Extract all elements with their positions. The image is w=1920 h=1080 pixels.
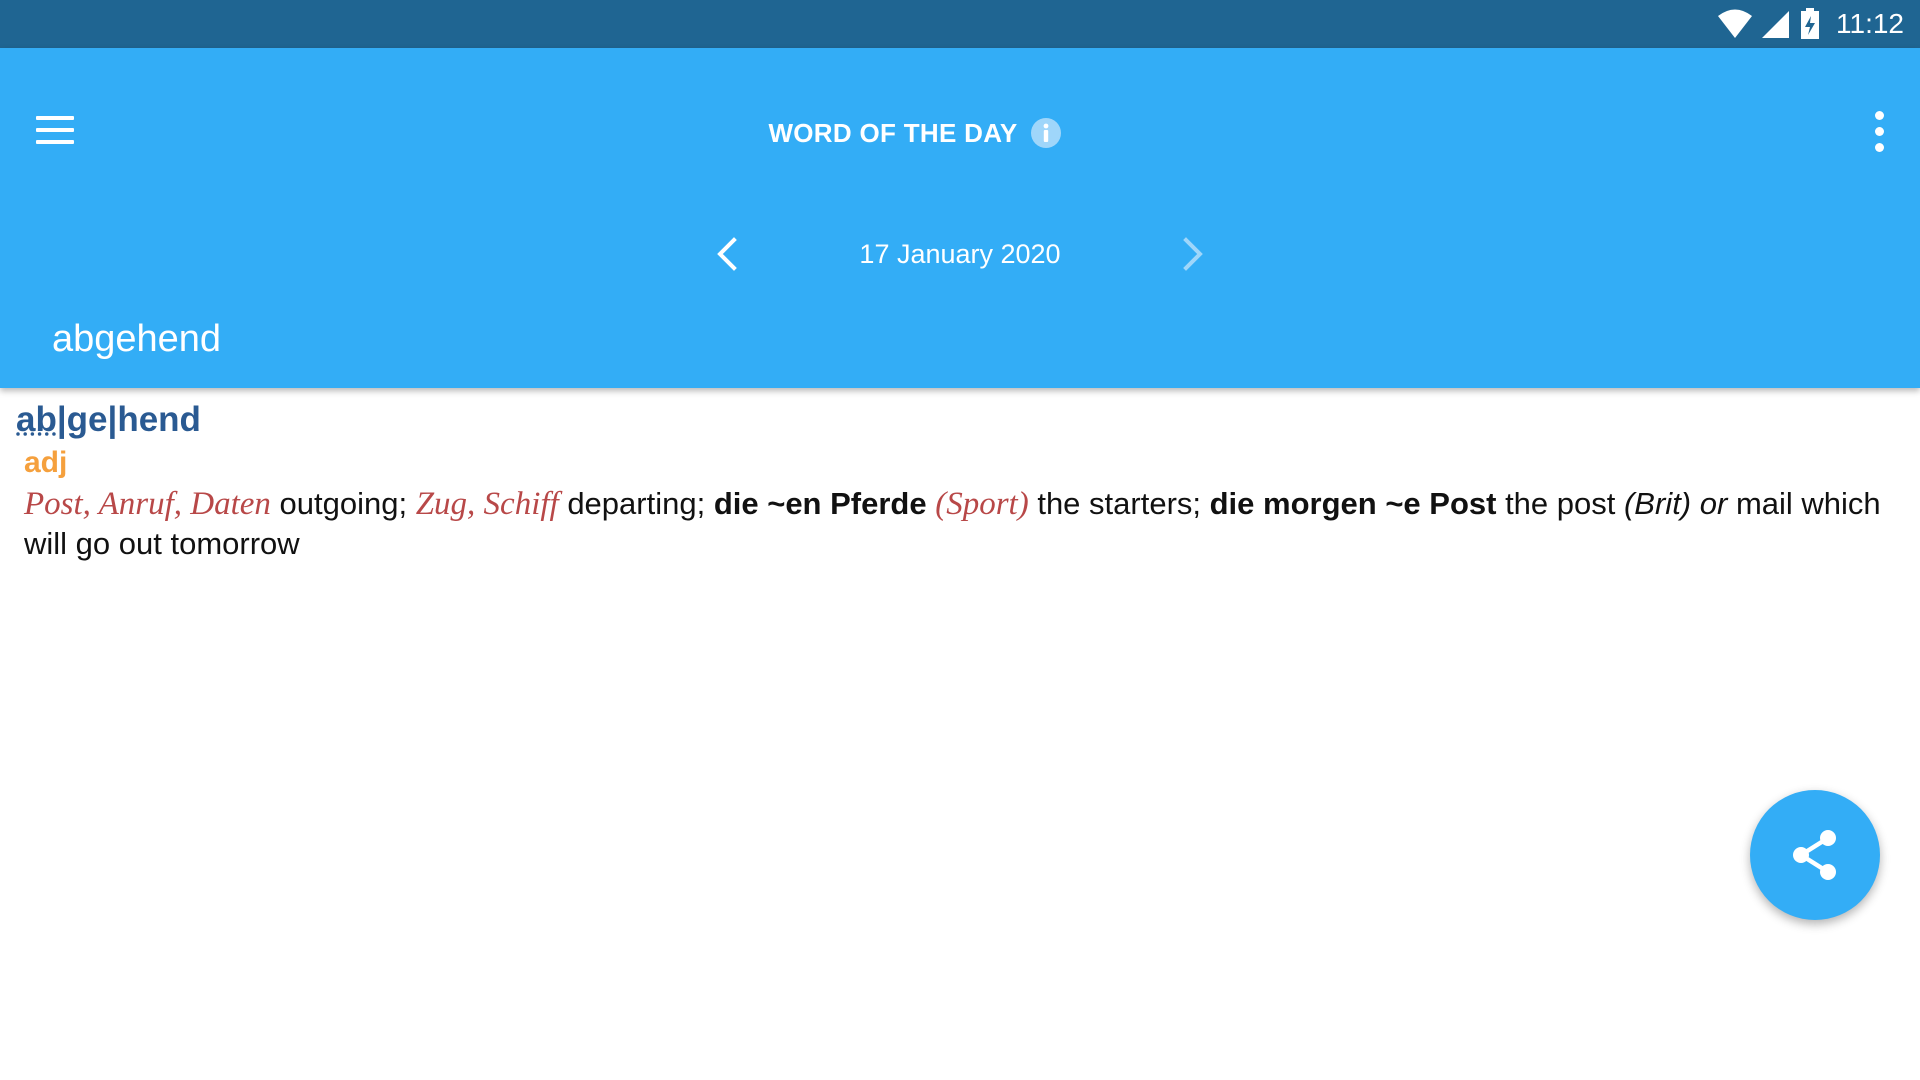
date-navigator: 17 January 2020 xyxy=(0,226,1920,282)
share-button[interactable] xyxy=(1750,790,1880,920)
field-label: (Sport) xyxy=(935,486,1029,522)
status-icons: 11:12 xyxy=(1718,0,1904,48)
phrase: die morgen ~e Post xyxy=(1209,486,1497,521)
app-title-group: WORD OF THE DAY xyxy=(0,108,1920,158)
phrase: die ~en Pferde xyxy=(713,486,927,521)
app-bar: WORD OF THE DAY 17 January 2020 abgehend xyxy=(0,48,1920,388)
word-of-day-headword: abgehend xyxy=(52,318,222,360)
status-bar: 11:12 xyxy=(0,0,1920,48)
info-icon[interactable] xyxy=(1030,117,1062,149)
entry-headword: ab|ge|hend xyxy=(16,400,201,439)
cell-signal-icon xyxy=(1762,11,1789,38)
share-icon xyxy=(1793,830,1836,880)
region-label: (Brit) xyxy=(1623,486,1692,521)
page-title: WORD OF THE DAY xyxy=(768,117,1018,148)
wifi-icon xyxy=(1718,9,1752,38)
connector: or xyxy=(1699,486,1728,521)
entry-definition: Post, Anruf, Daten outgoing; Zug, Schiff… xyxy=(24,484,1884,564)
translation: the post xyxy=(1496,486,1624,521)
status-time: 11:12 xyxy=(1836,8,1904,39)
translation: departing; xyxy=(558,486,714,521)
chevron-right-icon[interactable] xyxy=(1176,226,1212,282)
translation: the starters; xyxy=(1028,486,1210,521)
dictionary-entry: ab|ge|hend adj Post, Anruf, Daten outgoi… xyxy=(16,400,1896,564)
translation: outgoing; xyxy=(270,486,416,521)
collocate: Zug, Schiff xyxy=(415,486,559,522)
current-date: 17 January 2020 xyxy=(859,239,1061,269)
part-of-speech: adj xyxy=(24,446,68,479)
more-vert-icon[interactable] xyxy=(1864,106,1894,156)
battery-charging-icon xyxy=(1801,8,1819,39)
chevron-left-icon[interactable] xyxy=(708,226,744,282)
collocate: Post, Anruf, Daten xyxy=(24,486,271,522)
